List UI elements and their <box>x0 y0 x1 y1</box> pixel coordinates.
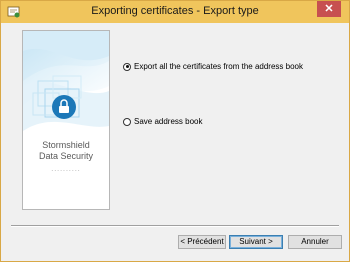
radio-export-all[interactable] <box>123 62 131 71</box>
next-button[interactable]: Suivant > <box>229 235 283 249</box>
banner-artwork <box>23 31 109 131</box>
option-save-book[interactable]: Save address book <box>123 117 203 126</box>
wizard-banner: Stormshield Data Security .......... <box>22 30 110 210</box>
option-export-all-label: Export all the certificates from the add… <box>134 62 303 71</box>
dialog-window: Exporting certificates - Export type ✕ S… <box>0 0 350 262</box>
lock-icon <box>52 95 76 119</box>
brand-name: Stormshield Data Security <box>38 140 94 161</box>
footer-separator <box>11 225 339 227</box>
option-save-book-label: Save address book <box>134 117 203 126</box>
cancel-button[interactable]: Annuler <box>288 235 342 249</box>
window-title: Exporting certificates - Export type <box>91 5 259 17</box>
option-export-all[interactable]: Export all the certificates from the add… <box>123 62 303 71</box>
close-button[interactable]: ✕ <box>317 1 341 17</box>
close-icon: ✕ <box>324 3 334 15</box>
dialog-content: Stormshield Data Security .......... Exp… <box>3 23 347 259</box>
radio-save-book[interactable] <box>123 117 131 126</box>
previous-button[interactable]: < Précédent <box>178 235 226 249</box>
brand-dots: .......... <box>51 166 81 173</box>
title-bar[interactable]: Exporting certificates - Export type ✕ <box>1 1 349 23</box>
